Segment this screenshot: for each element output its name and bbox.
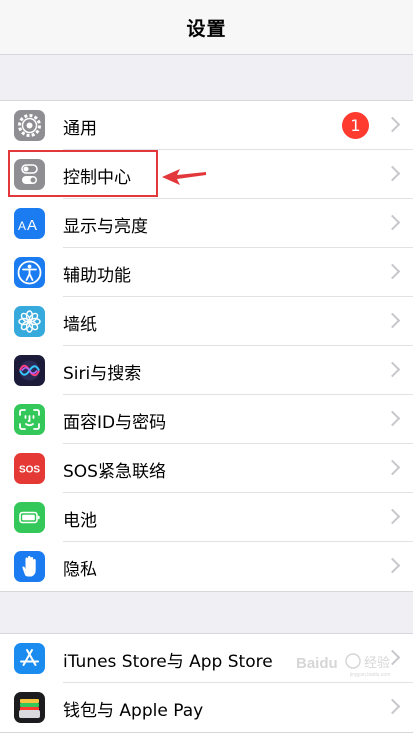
svg-text:SOS: SOS — [19, 465, 40, 476]
notification-badge: 1 — [342, 112, 369, 139]
settings-row-face-id-passcode[interactable]: 面容ID与密码 — [0, 395, 413, 444]
settings-row-siri-search[interactable]: Siri与搜索 — [0, 346, 413, 395]
svg-text:A: A — [27, 217, 37, 234]
wallet-icon — [14, 692, 45, 723]
settings-group-main: 通用 1 控制中心 A A 显示与亮度 辅助功能 墙纸 Siri与搜索 面容ID… — [0, 100, 413, 592]
chevron-right-icon — [384, 361, 401, 378]
settings-row-general[interactable]: 通用 1 — [0, 101, 413, 150]
siri-icon — [14, 355, 45, 386]
settings-row-emergency-sos[interactable]: SOS SOS紧急联络 — [0, 444, 413, 493]
settings-row-accessibility[interactable]: 辅助功能 — [0, 248, 413, 297]
flower-icon — [14, 306, 45, 337]
row-label: 隐私 — [63, 560, 97, 580]
settings-row-wallet-apple-pay[interactable]: 钱包与 Apple Pay — [0, 683, 413, 732]
chevron-right-icon — [384, 508, 401, 525]
row-label: 墙纸 — [63, 315, 97, 335]
sos-icon: SOS — [14, 453, 45, 484]
settings-row-control-center[interactable]: 控制中心 — [0, 150, 413, 199]
chevron-right-icon — [384, 165, 401, 182]
battery-icon — [14, 502, 45, 533]
chevron-right-icon — [384, 649, 401, 666]
row-label: iTunes Store与 App Store — [63, 652, 273, 672]
settings-row-wallpaper[interactable]: 墙纸 — [0, 297, 413, 346]
page-title: 设置 — [186, 17, 227, 40]
chevron-right-icon — [384, 410, 401, 427]
row-label: Siri与搜索 — [63, 364, 142, 384]
settings-row-itunes-app-store[interactable]: iTunes Store与 App Store — [0, 634, 413, 683]
row-label: 通用 — [63, 119, 97, 139]
row-label: SOS紧急联络 — [63, 462, 166, 482]
chevron-right-icon — [384, 557, 401, 574]
gear-icon — [14, 110, 45, 141]
chevron-right-icon — [384, 263, 401, 280]
settings-row-privacy[interactable]: 隐私 — [0, 542, 413, 591]
settings-row-display-brightness[interactable]: A A 显示与亮度 — [0, 199, 413, 248]
chevron-right-icon — [384, 214, 401, 231]
hand-icon — [14, 551, 45, 582]
navigation-bar: 设置 — [0, 0, 413, 55]
accessibility-icon — [14, 257, 45, 288]
chevron-right-icon — [384, 459, 401, 476]
settings-group-store: iTunes Store与 App Store 钱包与 Apple Pay — [0, 633, 413, 733]
row-label: 钱包与 Apple Pay — [63, 701, 204, 721]
app-store-icon — [14, 643, 45, 674]
text-size-icon: A A — [14, 208, 45, 239]
svg-text:A: A — [18, 219, 26, 233]
chevron-right-icon — [384, 116, 401, 133]
row-label: 辅助功能 — [63, 266, 131, 286]
settings-row-battery[interactable]: 电池 — [0, 493, 413, 542]
row-label: 电池 — [63, 511, 97, 531]
chevron-right-icon — [384, 698, 401, 715]
row-label: 控制中心 — [63, 168, 131, 188]
face-id-icon — [14, 404, 45, 435]
toggle-switches-icon — [14, 159, 45, 190]
row-label: 显示与亮度 — [63, 217, 148, 237]
chevron-right-icon — [384, 312, 401, 329]
row-label: 面容ID与密码 — [63, 413, 167, 433]
